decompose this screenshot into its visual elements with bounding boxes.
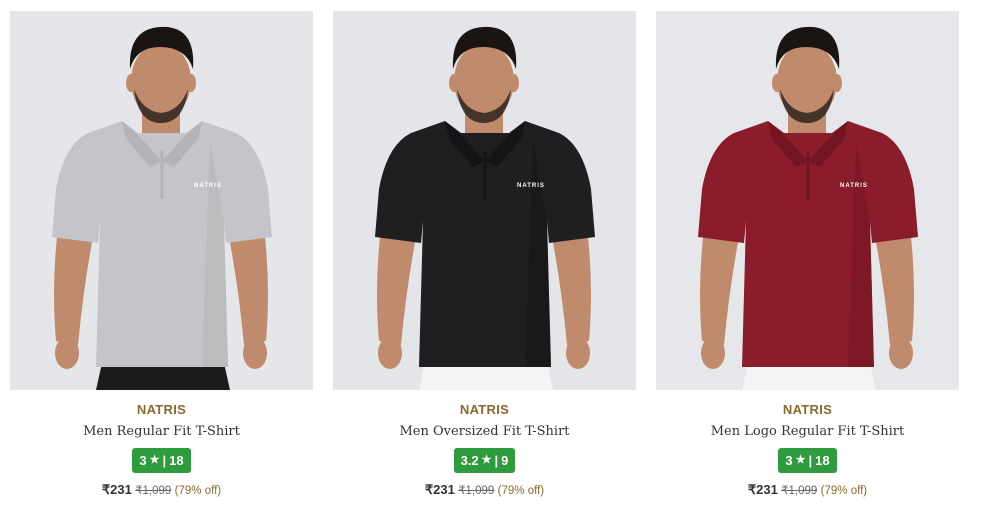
price-row: ₹231 ₹1,099 (79% off) xyxy=(656,482,959,499)
price-row: ₹231 ₹1,099 (79% off) xyxy=(333,482,636,499)
rating-value: 3.2 xyxy=(460,453,479,468)
discount-label: (79% off) xyxy=(497,485,545,497)
product-brand: NATRIS xyxy=(459,402,510,417)
original-price: ₹1,099 xyxy=(135,485,172,497)
product-grid: NATRIS NATRIS Men Regular Fit T-Shirt 3 … xyxy=(10,11,960,511)
svg-text:NATRIS: NATRIS xyxy=(840,183,868,189)
original-price: ₹1,099 xyxy=(781,485,818,497)
product-title[interactable]: Men Regular Fit T-Shirt xyxy=(10,423,313,441)
rating-badge: 3 ★ | 18 xyxy=(778,448,837,473)
original-price: ₹1,099 xyxy=(458,485,495,497)
product-title[interactable]: Men Logo Regular Fit T-Shirt xyxy=(656,423,959,441)
star-icon: ★ xyxy=(481,454,492,466)
price-row: ₹231 ₹1,099 (79% off) xyxy=(10,482,313,499)
discount-label: (79% off) xyxy=(174,485,222,497)
review-count: 18 xyxy=(169,453,184,468)
review-count: 18 xyxy=(815,453,830,468)
svg-text:NATRIS: NATRIS xyxy=(194,183,222,189)
product-image[interactable]: NATRIS xyxy=(10,11,313,390)
product-card[interactable]: NATRIS NATRIS Men Oversized Fit T-Shirt … xyxy=(333,11,636,511)
rating-badge: 3.2 ★ | 9 xyxy=(453,448,516,473)
selling-price: ₹231 xyxy=(424,482,455,497)
product-image[interactable]: NATRIS xyxy=(333,11,636,390)
product-brand: NATRIS xyxy=(782,402,833,417)
star-icon: ★ xyxy=(149,454,160,466)
product-title[interactable]: Men Oversized Fit T-Shirt xyxy=(333,423,636,441)
review-count: 9 xyxy=(501,453,509,468)
model-photo: NATRIS xyxy=(656,11,959,390)
rating-value: 3 xyxy=(139,453,147,468)
product-image[interactable]: NATRIS xyxy=(656,11,959,390)
rating-badge: 3 ★ | 18 xyxy=(132,448,191,473)
rating-separator: | xyxy=(162,453,167,468)
product-card[interactable]: NATRIS NATRIS Men Logo Regular Fit T-Shi… xyxy=(656,11,959,511)
selling-price: ₹231 xyxy=(747,482,778,497)
rating-value: 3 xyxy=(785,453,793,468)
discount-label: (79% off) xyxy=(820,485,868,497)
rating-separator: | xyxy=(808,453,813,468)
rating-separator: | xyxy=(494,453,499,468)
model-photo: NATRIS xyxy=(333,11,636,390)
model-photo: NATRIS xyxy=(10,11,313,390)
svg-text:NATRIS: NATRIS xyxy=(517,183,545,189)
product-brand: NATRIS xyxy=(136,402,187,417)
product-card[interactable]: NATRIS NATRIS Men Regular Fit T-Shirt 3 … xyxy=(10,11,313,511)
selling-price: ₹231 xyxy=(101,482,132,497)
star-icon: ★ xyxy=(795,454,806,466)
